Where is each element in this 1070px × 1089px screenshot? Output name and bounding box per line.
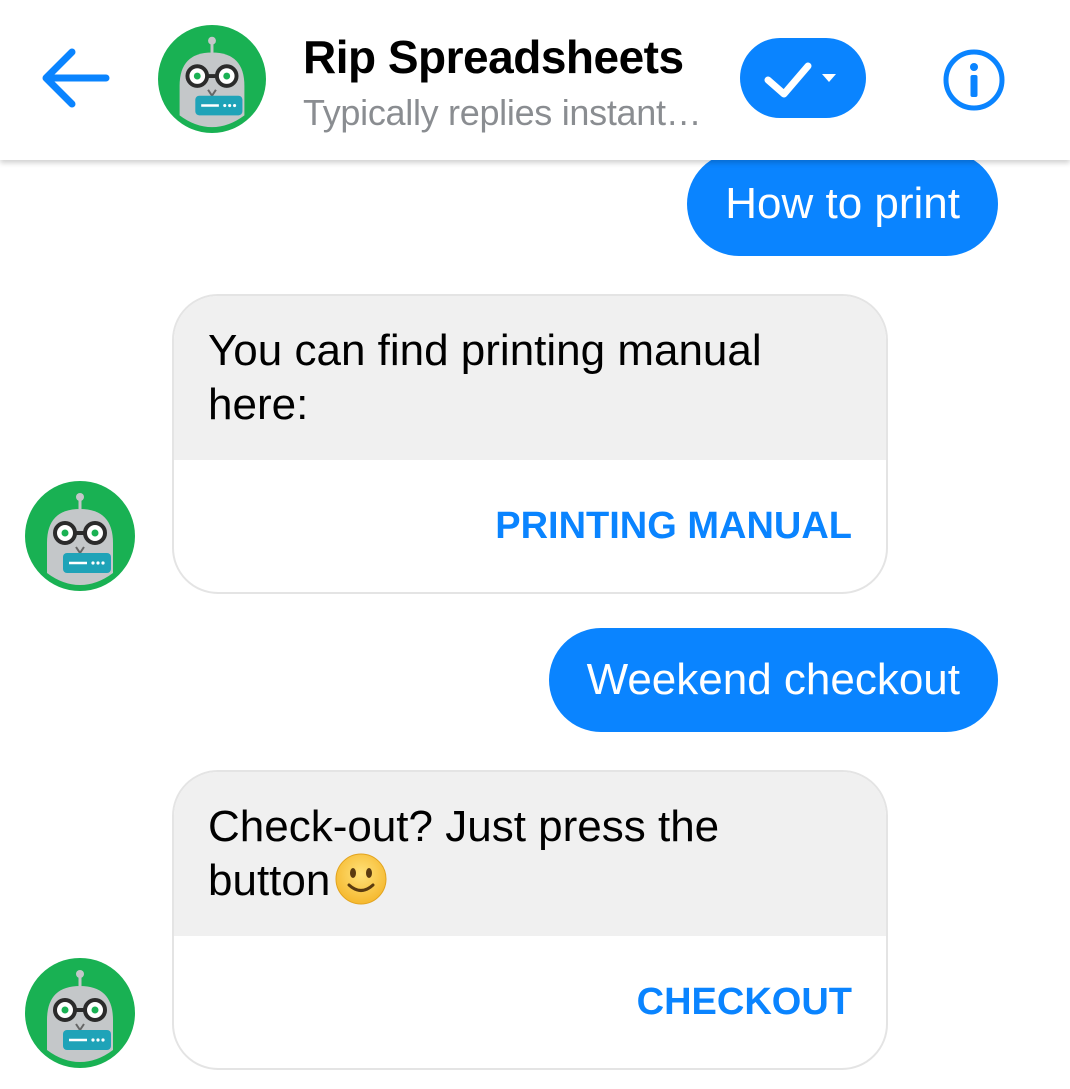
chat-subtitle: Typically replies instant…: [303, 92, 702, 133]
info-icon[interactable]: [942, 48, 1006, 112]
printing-manual-button[interactable]: PRINTING MANUAL: [174, 460, 886, 592]
chat-header: Rip Spreadsheets Typically replies insta…: [0, 0, 1070, 160]
bot-avatar-icon[interactable]: [25, 958, 135, 1068]
slightly-smiling-face-icon: [335, 853, 387, 905]
bot-message-card: Check-out? Just press the button CHECKOU…: [172, 770, 888, 1070]
bot-message-text-content: Check-out? Just press the button: [208, 802, 720, 905]
check-dropdown-button[interactable]: [740, 38, 866, 118]
user-message-bubble: Weekend checkout: [548, 628, 998, 732]
bot-message-text: Check-out? Just press the button: [174, 772, 886, 936]
user-message-bubble: How to print: [687, 152, 998, 256]
bot-message-text: You can find printing manual here:: [174, 296, 886, 460]
bot-avatar-icon[interactable]: [25, 481, 135, 591]
checkout-button[interactable]: CHECKOUT: [174, 936, 886, 1068]
check-dropdown-icon: [764, 62, 836, 98]
chat-title[interactable]: Rip Spreadsheets: [303, 30, 684, 84]
bot-message-card: You can find printing manual here: PRINT…: [172, 294, 888, 594]
bot-avatar-icon[interactable]: [158, 25, 266, 133]
arrow-left-icon[interactable]: [38, 44, 110, 112]
